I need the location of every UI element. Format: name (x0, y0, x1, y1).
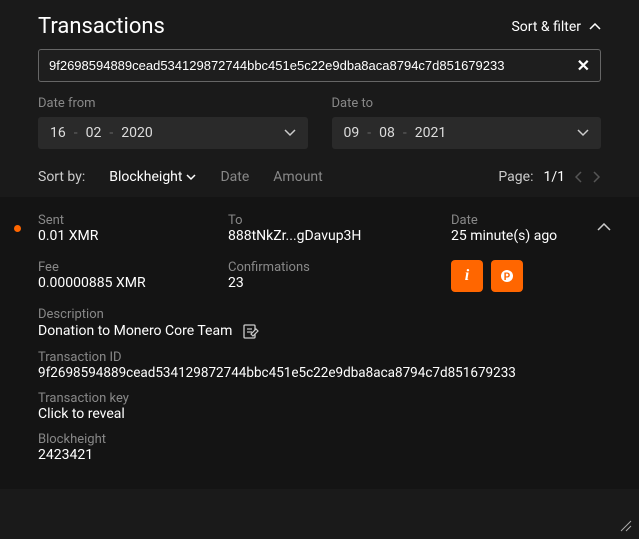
sort-by-label: Sort by: (38, 169, 85, 185)
fee-label: Fee (38, 260, 218, 275)
page-number: 1/1 (543, 169, 565, 185)
info-icon: i (465, 267, 469, 285)
sort-amount[interactable]: Amount (273, 169, 322, 185)
confirmations-value: 23 (228, 275, 441, 291)
chevron-up-icon (589, 23, 601, 31)
date-from-year: 2020 (121, 125, 152, 141)
page-label: Page: (498, 169, 533, 185)
sent-label: Sent (38, 213, 218, 228)
page-title: Transactions (38, 14, 165, 39)
chevron-down-icon (284, 129, 296, 137)
search-box: ✕ (38, 49, 601, 82)
page-prev-icon[interactable] (575, 171, 583, 183)
date-to-label: Date to (332, 96, 602, 111)
txid-label: Transaction ID (38, 350, 601, 365)
info-button[interactable]: i (451, 260, 483, 292)
collapse-toggle[interactable] (597, 223, 611, 232)
svg-text:P: P (504, 272, 511, 283)
edit-icon (242, 322, 260, 340)
date-label: Date (451, 213, 601, 228)
description-label: Description (38, 307, 601, 322)
date-to-day: 09 (344, 125, 360, 141)
txkey-label: Transaction key (38, 391, 601, 406)
blockheight-label: Blockheight (38, 432, 601, 447)
blockheight-value: 2423421 (38, 447, 601, 463)
txkey-reveal[interactable]: Click to reveal (38, 406, 601, 422)
confirmations-label: Confirmations (228, 260, 441, 275)
date-to-month: 08 (379, 125, 395, 141)
sent-value: 0.01 XMR (38, 228, 218, 244)
sort-filter-toggle[interactable]: Sort & filter (511, 19, 601, 35)
sort-date[interactable]: Date (220, 169, 249, 185)
page-next-icon[interactable] (593, 171, 601, 183)
transaction-row: Sent 0.01 XMR To 888tNkZr...gDavup3H Dat… (0, 197, 639, 489)
sort-filter-label: Sort & filter (511, 19, 581, 35)
date-from-label: Date from (38, 96, 308, 111)
edit-description-button[interactable] (242, 322, 260, 340)
fee-value: 0.00000885 XMR (38, 275, 218, 291)
to-label: To (228, 213, 441, 228)
chevron-down-icon (186, 174, 196, 181)
proof-button[interactable]: P (491, 260, 523, 292)
sort-blockheight[interactable]: Blockheight (109, 169, 196, 185)
txid-value[interactable]: 9f2698594889cead534129872744bbc451e5c22e… (38, 365, 601, 381)
date-value: 25 minute(s) ago (451, 228, 601, 244)
date-from-picker[interactable]: 16 - 02 - 2020 (38, 117, 308, 149)
date-to-picker[interactable]: 09 - 08 - 2021 (332, 117, 602, 149)
to-value: 888tNkZr...gDavup3H (228, 228, 441, 244)
search-input[interactable] (49, 58, 569, 73)
description-value: Donation to Monero Core Team (38, 323, 232, 339)
chevron-down-icon (577, 129, 589, 137)
clear-search-icon[interactable]: ✕ (577, 56, 590, 75)
date-from-day: 16 (50, 125, 66, 141)
proof-icon: P (499, 268, 515, 284)
status-dot-icon (14, 225, 21, 232)
date-to-year: 2021 (415, 125, 446, 141)
date-from-month: 02 (86, 125, 102, 141)
resize-handle-icon[interactable] (619, 519, 633, 533)
